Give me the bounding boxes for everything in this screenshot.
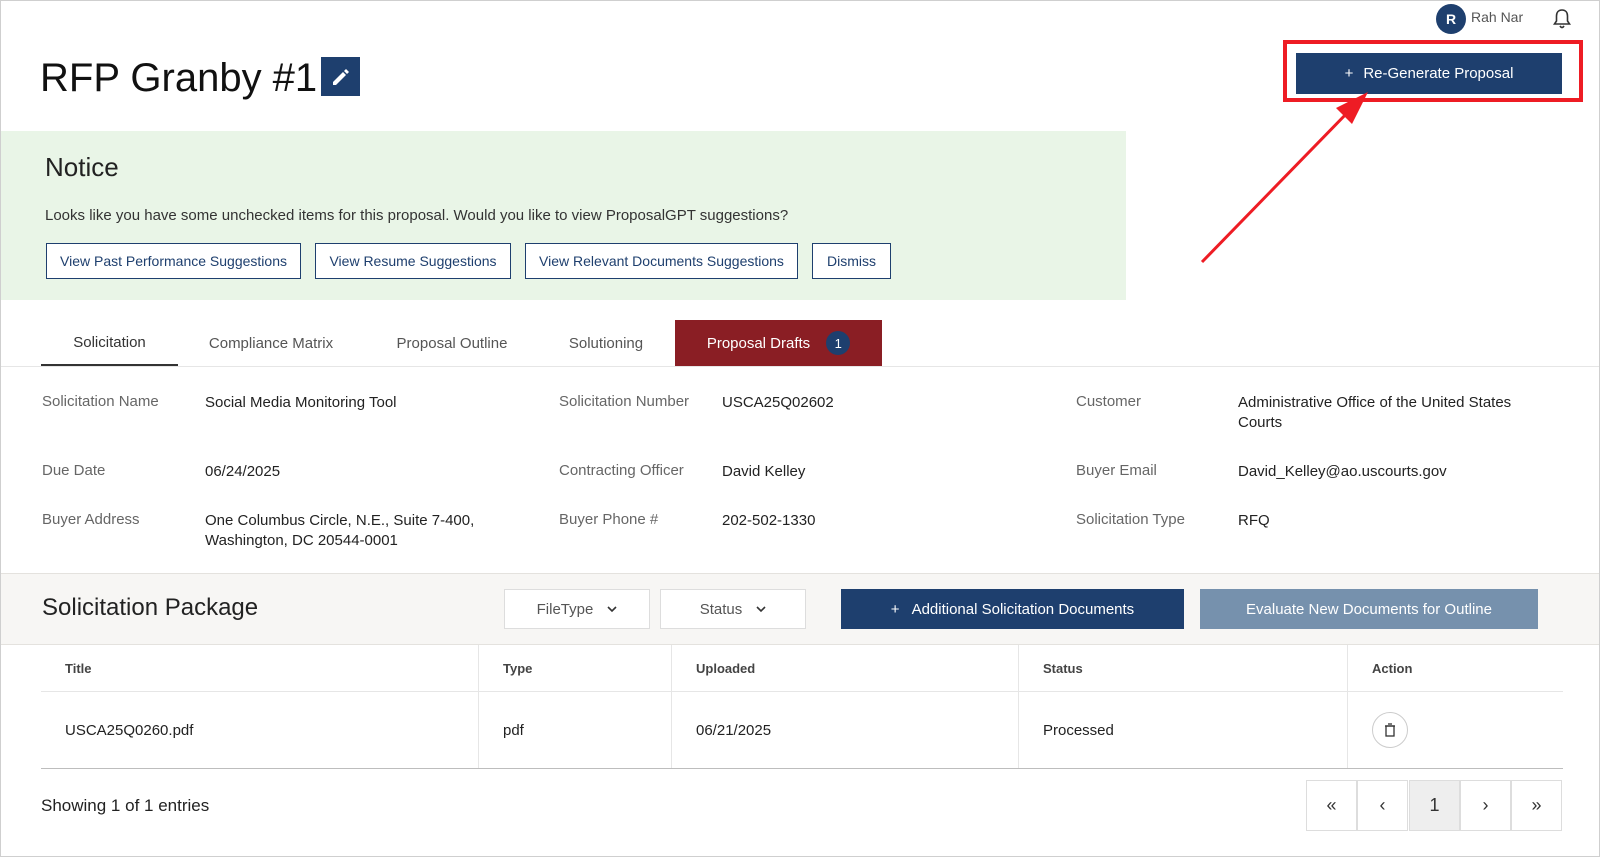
table-header-row: Title Type Uploaded Status Action bbox=[41, 645, 1563, 692]
tabs-divider bbox=[0, 366, 1600, 367]
tab-solutioning[interactable]: Solutioning bbox=[556, 320, 656, 366]
status-filter-label: Status bbox=[699, 600, 743, 618]
status-filter[interactable]: Status bbox=[660, 589, 806, 629]
page-title: RFP Granby #1 bbox=[40, 56, 318, 100]
evaluate-documents-button[interactable]: Evaluate New Documents for Outline bbox=[1200, 589, 1538, 629]
additional-documents-button[interactable]: + Additional Solicitation Documents bbox=[841, 589, 1184, 629]
tab-proposal-drafts[interactable]: Proposal Drafts 1 bbox=[675, 320, 882, 366]
tab-solicitation[interactable]: Solicitation bbox=[41, 320, 178, 366]
additional-documents-label: Additional Solicitation Documents bbox=[911, 600, 1135, 618]
buyer-phone-label: Buyer Phone # bbox=[559, 511, 659, 528]
column-status[interactable]: Status bbox=[1018, 645, 1348, 692]
last-page-button[interactable]: » bbox=[1511, 780, 1562, 831]
view-relevant-documents-button[interactable]: View Relevant Documents Suggestions bbox=[525, 243, 798, 279]
document-uploaded: 06/21/2025 bbox=[671, 691, 1019, 769]
column-title[interactable]: Title bbox=[41, 645, 479, 692]
buyer-email-label: Buyer Email bbox=[1076, 462, 1157, 479]
due-date-label: Due Date bbox=[42, 462, 106, 479]
solicitation-name-value: Social Media Monitoring Tool bbox=[205, 394, 397, 411]
column-type[interactable]: Type bbox=[478, 645, 672, 692]
view-past-performance-button[interactable]: View Past Performance Suggestions bbox=[46, 243, 301, 279]
trash-icon bbox=[1385, 723, 1395, 737]
entries-count: Showing 1 of 1 entries bbox=[41, 796, 210, 815]
buyer-email-value: David_Kelley@ao.uscourts.gov bbox=[1238, 463, 1447, 480]
solicitation-name-label: Solicitation Name bbox=[42, 393, 159, 410]
edit-title-button[interactable] bbox=[321, 57, 360, 96]
next-page-button[interactable]: › bbox=[1460, 780, 1511, 831]
notice-text: Looks like you have some unchecked items… bbox=[45, 207, 789, 224]
drafts-count-badge: 1 bbox=[826, 331, 851, 355]
user-name[interactable]: Rah Nar bbox=[1471, 9, 1523, 25]
solicitation-number-value: USCA25Q02602 bbox=[722, 394, 834, 411]
table-row: USCA25Q0260.pdf pdf 06/21/2025 Processed bbox=[41, 691, 1563, 769]
dismiss-button[interactable]: Dismiss bbox=[812, 243, 891, 279]
tab-proposal-outline[interactable]: Proposal Outline bbox=[382, 320, 522, 366]
document-status: Processed bbox=[1018, 691, 1348, 769]
filetype-filter[interactable]: FileType bbox=[504, 589, 650, 629]
column-uploaded[interactable]: Uploaded bbox=[671, 645, 1019, 692]
delete-button[interactable] bbox=[1372, 712, 1408, 748]
buyer-address-label: Buyer Address bbox=[42, 511, 140, 528]
prev-page-button[interactable]: ‹ bbox=[1357, 780, 1408, 831]
chevron-down-icon bbox=[607, 606, 617, 613]
tab-proposal-drafts-label: Proposal Drafts bbox=[706, 334, 811, 352]
pencil-icon bbox=[332, 68, 349, 85]
filetype-filter-label: FileType bbox=[536, 600, 594, 618]
solicitation-number-label: Solicitation Number bbox=[559, 393, 690, 410]
bell-icon[interactable] bbox=[1552, 8, 1572, 30]
solicitation-type-value: RFQ bbox=[1238, 512, 1270, 529]
first-page-button[interactable]: « bbox=[1306, 780, 1357, 831]
current-page-button[interactable]: 1 bbox=[1409, 780, 1460, 831]
buyer-phone-value: 202-502-1330 bbox=[722, 512, 816, 529]
tab-compliance-matrix[interactable]: Compliance Matrix bbox=[196, 320, 346, 366]
view-resume-button[interactable]: View Resume Suggestions bbox=[315, 243, 511, 279]
solicitation-type-label: Solicitation Type bbox=[1076, 511, 1185, 528]
notice-title: Notice bbox=[45, 152, 119, 182]
document-type: pdf bbox=[478, 691, 672, 769]
package-title: Solicitation Package bbox=[42, 594, 259, 621]
document-action bbox=[1347, 691, 1563, 769]
due-date-value: 06/24/2025 bbox=[205, 463, 281, 480]
documents-table: Title Type Uploaded Status Action USCA25… bbox=[41, 645, 1563, 769]
user-avatar[interactable]: R bbox=[1436, 4, 1466, 34]
contracting-officer-label: Contracting Officer bbox=[559, 462, 684, 479]
column-action: Action bbox=[1347, 645, 1563, 692]
plus-icon: + bbox=[890, 600, 900, 618]
document-title[interactable]: USCA25Q0260.pdf bbox=[41, 691, 479, 769]
contracting-officer-value: David Kelley bbox=[722, 463, 806, 480]
chevron-down-icon bbox=[756, 606, 766, 613]
annotation-arrow bbox=[1200, 92, 1368, 264]
buyer-address-value: One Columbus Circle, N.E., Suite 7-400, … bbox=[205, 512, 475, 549]
customer-label: Customer bbox=[1076, 393, 1142, 410]
customer-value: Administrative Office of the United Stat… bbox=[1238, 394, 1512, 431]
